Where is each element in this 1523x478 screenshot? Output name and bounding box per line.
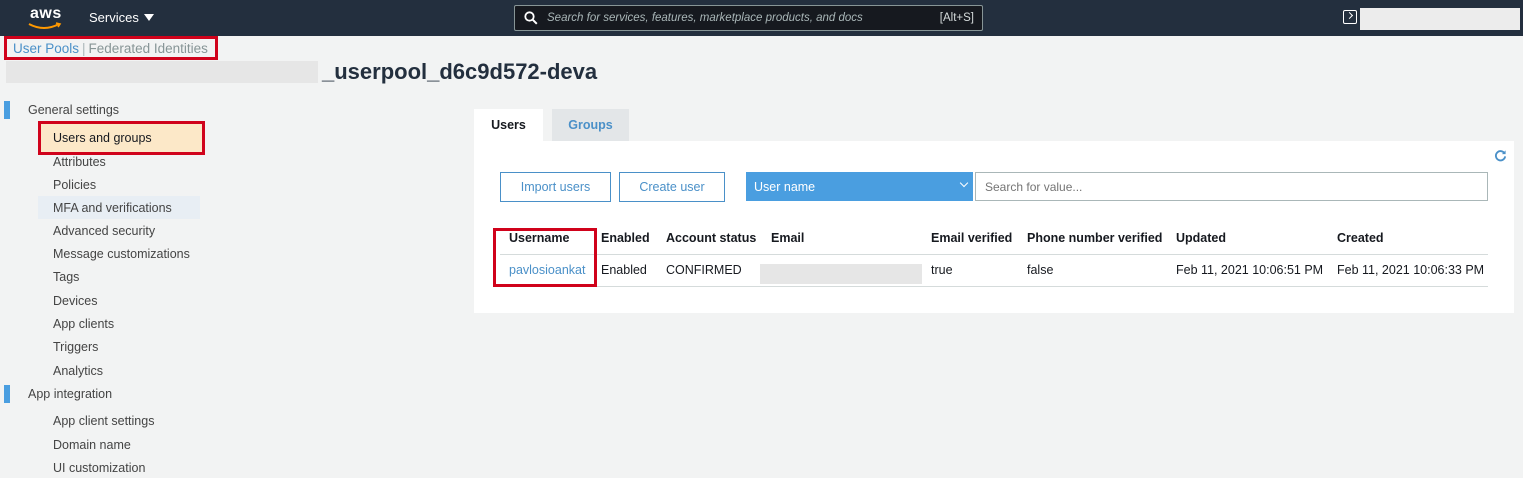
sidebar-item-ui-customization[interactable]: UI customization <box>53 461 145 475</box>
row-divider <box>500 286 1488 287</box>
sidebar-item-app-clients[interactable]: App clients <box>53 317 114 331</box>
pool-nav-separator: | <box>82 40 86 56</box>
sidebar-item-triggers[interactable]: Triggers <box>53 340 98 354</box>
caret-down-icon <box>143 14 154 21</box>
services-menu[interactable]: Services <box>89 10 154 25</box>
create-user-button[interactable]: Create user <box>619 172 725 202</box>
attribute-select-value: User name <box>754 179 816 194</box>
aws-logo[interactable]: aws <box>28 4 64 30</box>
sidebar-section-app-integration[interactable]: App integration <box>28 387 112 401</box>
cell-account-status: CONFIRMED <box>666 263 742 277</box>
sidebar-item-analytics[interactable]: Analytics <box>53 364 103 378</box>
sidebar-item-message-customizations[interactable]: Message customizations <box>53 247 190 261</box>
cloudshell-icon[interactable] <box>1343 10 1357 24</box>
col-header-updated[interactable]: Updated <box>1176 231 1226 245</box>
page-title: _userpool_d6c9d572-deva <box>322 59 598 84</box>
sidebar-item-advanced-security[interactable]: Advanced security <box>53 224 155 238</box>
top-nav-bar: aws Services Search for services, featur… <box>0 0 1523 36</box>
sidebar-section-general-settings[interactable]: General settings <box>28 103 119 117</box>
chevron-down-icon <box>959 178 969 188</box>
search-icon <box>524 11 538 25</box>
col-header-email[interactable]: Email <box>771 231 804 245</box>
section-marker <box>4 385 10 403</box>
cell-updated: Feb 11, 2021 10:06:51 PM <box>1176 263 1324 277</box>
account-menu-redacted[interactable] <box>1360 8 1520 30</box>
search-value-input[interactable] <box>975 172 1488 201</box>
sidebar-item-attributes[interactable]: Attributes <box>53 155 106 169</box>
col-header-account-status[interactable]: Account status <box>666 231 756 245</box>
attribute-select[interactable]: User name <box>746 172 973 201</box>
sidebar-item-domain-name[interactable]: Domain name <box>53 438 131 452</box>
global-search-placeholder: Search for services, features, marketpla… <box>547 12 863 24</box>
cell-created: Feb 11, 2021 10:06:33 PM <box>1337 263 1485 277</box>
services-label: Services <box>89 10 139 25</box>
sidebar-item-label: Users and groups <box>53 131 152 145</box>
col-header-created[interactable]: Created <box>1337 231 1384 245</box>
user-pools-link[interactable]: User Pools <box>13 41 79 56</box>
username-highlight-box <box>493 228 597 287</box>
tab-groups[interactable]: Groups <box>552 109 629 141</box>
aws-logo-text: aws <box>30 5 62 22</box>
import-users-button[interactable]: Import users <box>500 172 611 202</box>
sidebar-item-app-client-settings[interactable]: App client settings <box>53 414 154 428</box>
header-divider <box>500 254 1488 255</box>
cell-phone-verified: false <box>1027 263 1054 277</box>
sidebar-item-tags[interactable]: Tags <box>53 270 79 284</box>
col-header-email-verified[interactable]: Email verified <box>931 231 1012 245</box>
global-search-input[interactable]: Search for services, features, marketpla… <box>514 5 983 31</box>
sidebar-item-devices[interactable]: Devices <box>53 294 97 308</box>
aws-smile-icon <box>28 22 62 29</box>
pool-name-redacted <box>6 61 318 83</box>
pool-type-nav: User Pools | Federated Identities <box>4 36 218 60</box>
cell-enabled: Enabled <box>601 263 647 277</box>
refresh-icon[interactable] <box>1494 149 1507 165</box>
sidebar-item-users-and-groups[interactable]: Users and groups <box>38 121 205 155</box>
cell-email-verified: true <box>931 263 953 277</box>
sidebar-item-mfa-and-verifications[interactable]: MFA and verifications <box>53 201 172 215</box>
col-header-enabled[interactable]: Enabled <box>601 231 650 245</box>
federated-identities-link[interactable]: Federated Identities <box>89 41 208 56</box>
tab-users[interactable]: Users <box>474 109 543 141</box>
search-shortcut: [Alt+S] <box>939 12 974 24</box>
sidebar-item-policies[interactable]: Policies <box>53 178 96 192</box>
cell-email-redacted <box>760 264 922 284</box>
users-panel <box>474 141 1514 313</box>
col-header-phone-verified[interactable]: Phone number verified <box>1027 231 1162 245</box>
section-marker <box>4 101 10 119</box>
